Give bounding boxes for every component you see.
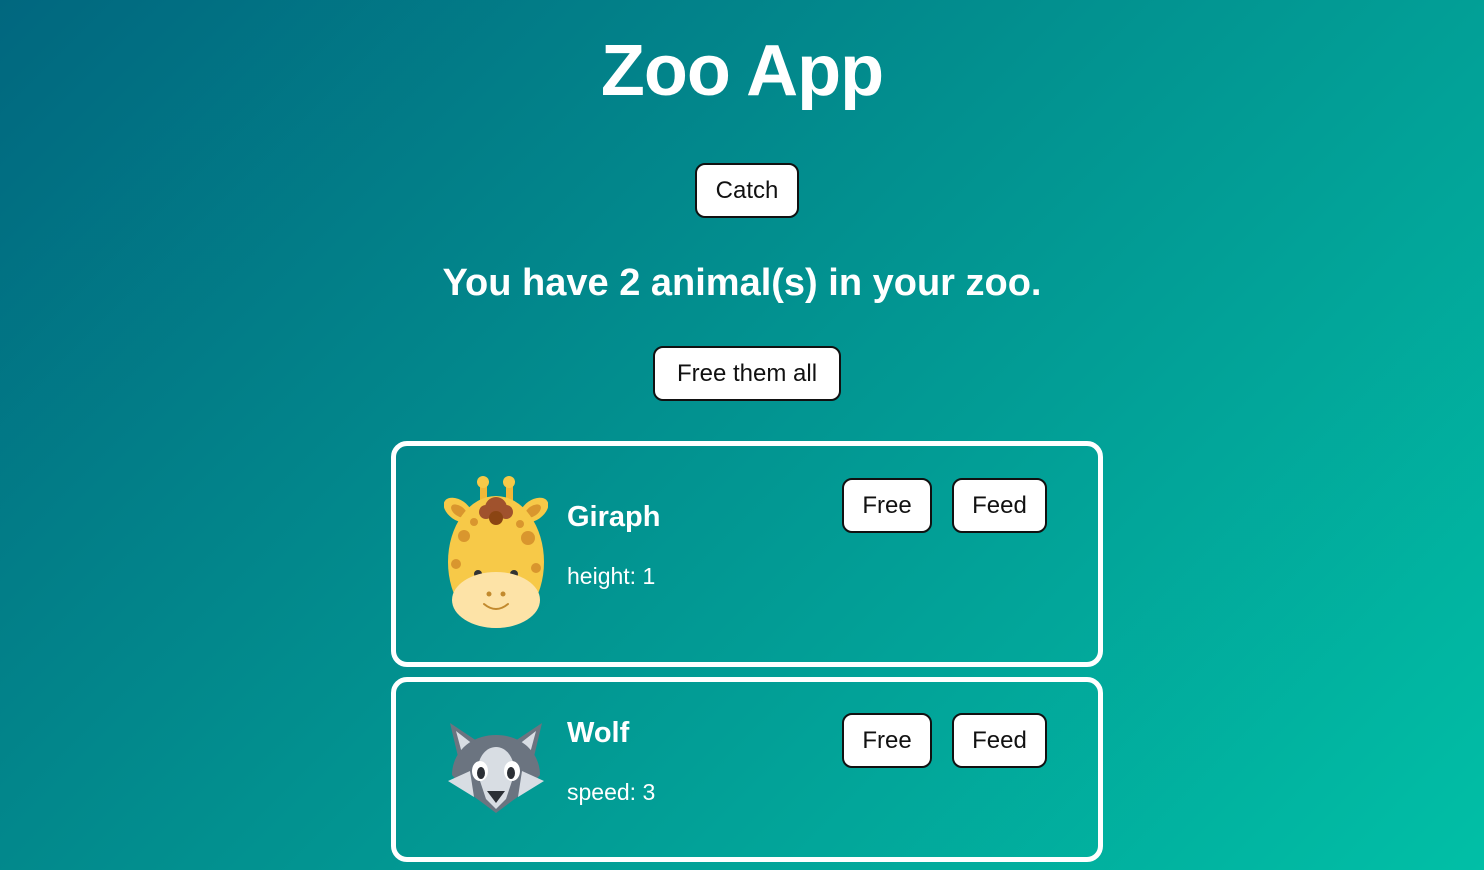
feed-button[interactable]: Feed xyxy=(952,478,1047,533)
animal-stat: height: 1 xyxy=(567,563,656,589)
animal-card-wolf: Wolf speed: 3 Free Feed xyxy=(391,677,1103,862)
free-button[interactable]: Free xyxy=(842,478,932,533)
wolf-icon xyxy=(444,717,548,822)
feed-button[interactable]: Feed xyxy=(952,713,1047,768)
animal-name: Wolf xyxy=(567,717,630,749)
zoo-count-text: You have 2 animal(s) in your zoo. xyxy=(442,262,1042,304)
app-title: Zoo App xyxy=(600,31,884,111)
free-button[interactable]: Free xyxy=(842,713,932,768)
animal-name: Giraph xyxy=(567,501,661,533)
giraffe-icon xyxy=(443,476,549,637)
animal-card-giraph: Giraph height: 1 Free Feed xyxy=(391,441,1103,667)
free-all-button[interactable]: Free them all xyxy=(653,346,841,401)
catch-button[interactable]: Catch xyxy=(695,163,799,218)
animal-stat: speed: 3 xyxy=(567,779,656,805)
